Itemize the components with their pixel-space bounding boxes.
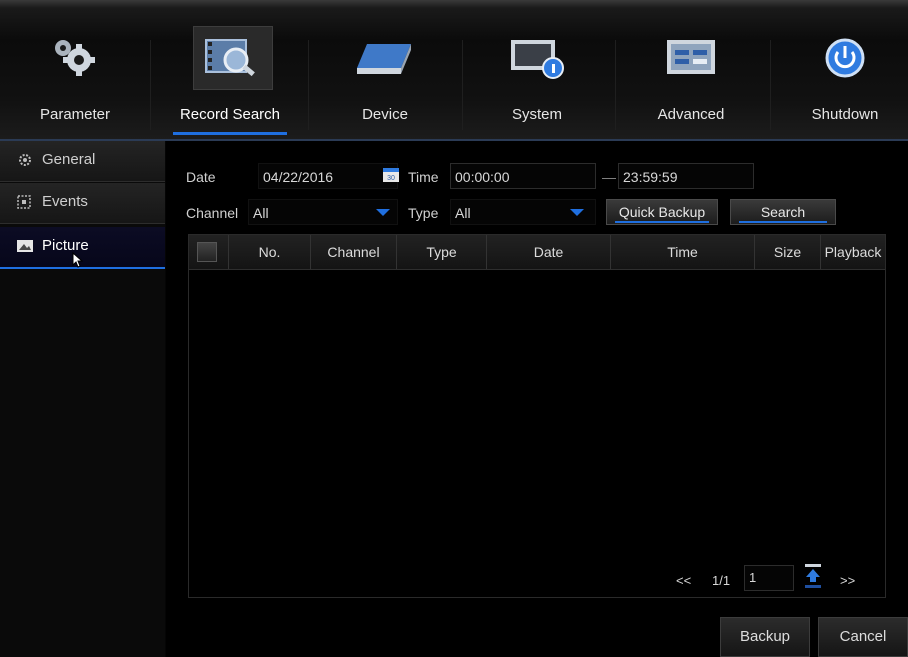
page-number-input[interactable]: 1: [744, 565, 794, 591]
tab-record-search[interactable]: Record Search: [155, 14, 305, 140]
page-info: 1/1: [712, 573, 731, 588]
calendar-icon[interactable]: 30: [382, 165, 400, 183]
tab-system[interactable]: System: [462, 14, 612, 140]
tab-label: Parameter: [39, 106, 111, 123]
tab-label: Shutdown: [811, 106, 879, 123]
table-header: No. Channel Type Date Time Size Playback: [189, 235, 885, 270]
button-underline: [739, 221, 827, 223]
prev-page-button[interactable]: <<: [676, 573, 691, 588]
chevron-down-icon[interactable]: [570, 209, 584, 216]
events-icon: [17, 195, 31, 209]
power-icon: [825, 38, 865, 78]
tab-parameter[interactable]: Parameter: [0, 14, 150, 140]
sidebar-item-label: Events: [42, 193, 88, 210]
sidebar-item-label: General: [42, 151, 96, 168]
type-label: Type: [408, 205, 439, 221]
channel-value: All: [253, 205, 269, 221]
select-all-checkbox[interactable]: [197, 242, 217, 262]
button-underline: [615, 221, 709, 223]
date-value: 04/22/2016: [263, 169, 334, 185]
cancel-button-label: Cancel: [839, 628, 887, 645]
go-to-page-icon[interactable]: [804, 563, 822, 589]
hard-disk-icon: [357, 44, 411, 74]
column-header-no[interactable]: No.: [229, 235, 311, 269]
date-field[interactable]: 04/22/2016: [258, 163, 398, 189]
backup-button[interactable]: Backup: [720, 617, 810, 657]
time-end-field[interactable]: 23:59:59: [618, 163, 754, 189]
date-label: Date: [186, 169, 216, 185]
table-body: [189, 270, 885, 597]
page-number-value: 1: [749, 570, 757, 585]
column-header-channel[interactable]: Channel: [311, 235, 397, 269]
type-value: All: [455, 205, 471, 221]
time-label: Time: [408, 169, 439, 185]
time-end-value: 23:59:59: [623, 169, 678, 185]
tab-shutdown[interactable]: Shutdown: [770, 14, 908, 140]
main-toolbar: Parameter Record Search Device System Ad…: [0, 0, 908, 140]
tab-device[interactable]: Device: [310, 14, 460, 140]
channel-label: Channel: [186, 205, 239, 221]
column-header-date[interactable]: Date: [487, 235, 611, 269]
column-header-type[interactable]: Type: [397, 235, 487, 269]
active-tab-underline: [173, 132, 287, 135]
monitor-info-icon: [511, 40, 564, 79]
quick-backup-button[interactable]: Quick Backup: [606, 199, 718, 225]
tab-label: Record Search: [179, 106, 281, 123]
advanced-panel-icon: [667, 40, 715, 74]
column-header-time[interactable]: Time: [611, 235, 755, 269]
tab-divider: [150, 40, 151, 130]
tab-advanced[interactable]: Advanced: [616, 14, 766, 140]
results-table: No. Channel Type Date Time Size Playback: [188, 234, 886, 598]
select-all-cell: [189, 235, 229, 269]
calendar-badge: 30: [387, 175, 395, 182]
film-magnifier-icon: [205, 39, 255, 77]
tab-divider: [308, 40, 309, 130]
search-button[interactable]: Search: [730, 199, 836, 225]
sidebar-item-events[interactable]: Events: [0, 183, 165, 224]
chevron-down-icon[interactable]: [376, 209, 390, 216]
column-header-size[interactable]: Size: [755, 235, 821, 269]
time-start-field[interactable]: 00:00:00: [450, 163, 596, 189]
next-page-button[interactable]: >>: [840, 573, 855, 588]
tab-label: Device: [362, 106, 408, 123]
gears-icon: [55, 40, 95, 76]
sidebar-item-general[interactable]: General: [0, 141, 165, 182]
column-header-playback[interactable]: Playback: [821, 235, 885, 269]
mouse-pointer-icon: [72, 252, 84, 268]
time-range-dash: —: [602, 169, 616, 185]
search-button-label: Search: [760, 204, 806, 220]
sidebar: General Events Picture: [0, 141, 165, 657]
record-search-panel: Date 04/22/2016 30 Time 00:00:00 — 23:59…: [166, 141, 908, 657]
picture-icon: [17, 240, 33, 252]
tab-label: Advanced: [657, 106, 725, 123]
backup-button-label: Backup: [739, 628, 791, 645]
quick-backup-label: Quick Backup: [618, 204, 706, 220]
tab-label: System: [511, 106, 562, 123]
time-start-value: 00:00:00: [455, 169, 510, 185]
dvr-window: Parameter Record Search Device System Ad…: [0, 0, 908, 657]
gear-small-icon: [19, 154, 31, 166]
cancel-button[interactable]: Cancel: [818, 617, 908, 657]
